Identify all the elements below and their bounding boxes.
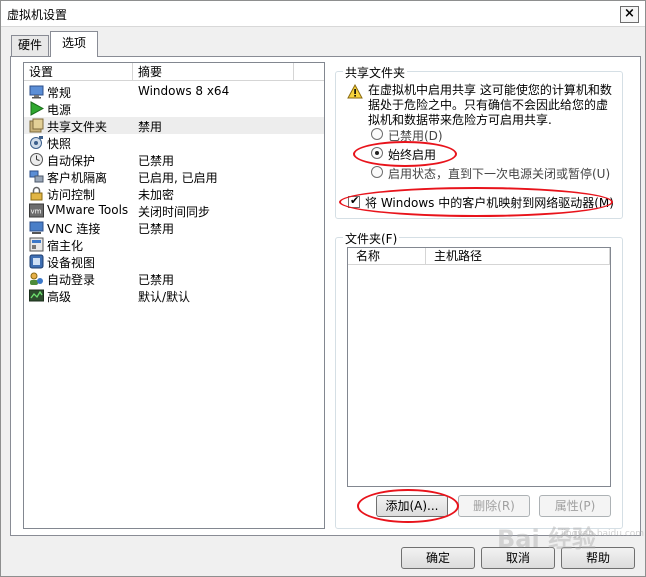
list-item-name: VMware Tools bbox=[47, 203, 129, 217]
list-item-summary: 已禁用 bbox=[138, 154, 175, 168]
autologin-icon bbox=[30, 272, 43, 285]
list-item-summary: 已启用, 已启用 bbox=[138, 171, 218, 185]
list-item-name: 客户机隔离 bbox=[47, 171, 108, 185]
map-network-drive-checkbox[interactable]: ✔ bbox=[348, 194, 360, 208]
list-item-guest-isolation[interactable]: 客户机隔离 已启用, 已启用 bbox=[24, 168, 324, 185]
list-item-name: 自动登录 bbox=[47, 273, 96, 287]
list-item-name: 设备视图 bbox=[47, 256, 96, 270]
list-item-autologin[interactable]: 自动登录 已禁用 bbox=[24, 270, 324, 287]
title-bar: 虚拟机设置 × bbox=[1, 1, 645, 27]
advanced-icon bbox=[29, 289, 44, 302]
folder-list[interactable]: 名称 主机路径 bbox=[347, 247, 611, 487]
shared-folder-icon bbox=[29, 118, 44, 133]
unity-icon bbox=[29, 237, 44, 252]
warning-icon bbox=[347, 84, 363, 99]
radio-disabled[interactable] bbox=[371, 128, 383, 140]
settings-dialog: 虚拟机设置 × 硬件 选项 设置 摘要 常规 Windows 8 x64 电源 … bbox=[0, 0, 646, 577]
remove-folder-button[interactable]: 删除(R) bbox=[458, 495, 530, 517]
list-item-name: 访问控制 bbox=[47, 188, 96, 202]
add-folder-button[interactable]: 添加(A)... bbox=[376, 495, 448, 517]
list-item-name: 自动保护 bbox=[47, 154, 96, 168]
list-item-name: VNC 连接 bbox=[47, 222, 101, 236]
isolation-icon bbox=[29, 170, 44, 183]
radio-disabled-label[interactable]: 已禁用(D) bbox=[388, 127, 443, 144]
check-icon: ✔ bbox=[350, 194, 360, 207]
list-item-snapshots[interactable]: 快照 bbox=[24, 134, 324, 151]
folders-legend: 文件夹(F) bbox=[343, 230, 400, 247]
list-item-name: 快照 bbox=[47, 137, 72, 151]
list-item-autoprotect[interactable]: 自动保护 已禁用 bbox=[24, 151, 324, 168]
list-item-unity[interactable]: 宿主化 bbox=[24, 236, 324, 253]
radio-until-power-off-label[interactable]: 启用状态，直到下一次电源关闭或暂停(U) bbox=[388, 165, 610, 182]
lock-icon bbox=[30, 186, 43, 201]
list-item-summary: 未加密 bbox=[138, 188, 175, 202]
vnc-icon bbox=[29, 221, 44, 234]
play-icon bbox=[30, 101, 44, 116]
vm-tools-icon: vm bbox=[29, 203, 44, 218]
list-item-general[interactable]: 常规 Windows 8 x64 bbox=[24, 83, 324, 100]
settings-list[interactable]: 设置 摘要 常规 Windows 8 x64 电源 共享文件夹 禁用 快照 自动… bbox=[23, 62, 325, 529]
list-item-summary: 已禁用 bbox=[138, 273, 175, 287]
close-button[interactable]: × bbox=[620, 6, 639, 23]
list-item-name: 电源 bbox=[47, 103, 72, 117]
list-item-vnc[interactable]: VNC 连接 已禁用 bbox=[24, 219, 324, 236]
list-item-device-view[interactable]: 设备视图 bbox=[24, 253, 324, 270]
shared-folders-warning: 在虚拟机中启用共享 这可能使您的计算机和数据处于危险之中。只有确信不会因此给您的… bbox=[368, 83, 612, 127]
list-item-name: 常规 bbox=[47, 86, 72, 100]
list-item-shared-folders[interactable]: 共享文件夹 禁用 bbox=[24, 117, 324, 134]
list-item-vmware-tools[interactable]: vm VMware Tools 关闭时间同步 bbox=[24, 202, 324, 219]
map-network-drive-label[interactable]: 将 Windows 中的客户机映射到网络驱动器(M) bbox=[365, 194, 614, 211]
shared-folders-legend: 共享文件夹 bbox=[343, 64, 408, 81]
list-item-name: 宿主化 bbox=[47, 239, 84, 253]
radio-always-enabled-label[interactable]: 始终启用 bbox=[388, 146, 436, 163]
device-view-icon bbox=[29, 254, 44, 269]
list-item-summary: 禁用 bbox=[138, 120, 163, 134]
settings-list-header: 设置 摘要 bbox=[24, 63, 324, 81]
tab-hardware[interactable]: 硬件 bbox=[11, 35, 49, 56]
radio-always-enabled[interactable] bbox=[371, 147, 383, 159]
column-header-setting[interactable]: 设置 bbox=[24, 63, 133, 81]
snapshot-icon bbox=[30, 136, 43, 149]
ok-button[interactable]: 确定 bbox=[401, 547, 475, 569]
radio-selected-dot bbox=[375, 151, 379, 155]
list-item-power[interactable]: 电源 bbox=[24, 100, 324, 117]
svg-text:vm: vm bbox=[31, 208, 42, 216]
column-header-host-path[interactable]: 主机路径 bbox=[426, 248, 610, 265]
tab-options[interactable]: 选项 bbox=[50, 31, 98, 57]
column-header-summary[interactable]: 摘要 bbox=[133, 63, 294, 81]
list-item-summary: Windows 8 x64 bbox=[138, 84, 230, 98]
radio-until-power-off[interactable] bbox=[371, 166, 383, 178]
list-item-summary: 默认/默认 bbox=[138, 290, 191, 304]
list-item-name: 高级 bbox=[47, 290, 72, 304]
window-title: 虚拟机设置 bbox=[7, 8, 68, 22]
list-item-advanced[interactable]: 高级 默认/默认 bbox=[24, 287, 324, 304]
list-item-summary: 已禁用 bbox=[138, 222, 175, 236]
watermark-url: jingyan.baidu.com bbox=[561, 529, 645, 539]
column-header-name[interactable]: 名称 bbox=[348, 248, 426, 265]
monitor-icon bbox=[29, 85, 44, 99]
list-item-summary: 关闭时间同步 bbox=[138, 205, 211, 219]
list-item-name: 共享文件夹 bbox=[47, 120, 108, 134]
folder-properties-button[interactable]: 属性(P) bbox=[539, 495, 611, 517]
list-item-access-control[interactable]: 访问控制 未加密 bbox=[24, 185, 324, 202]
clock-icon bbox=[30, 153, 43, 166]
